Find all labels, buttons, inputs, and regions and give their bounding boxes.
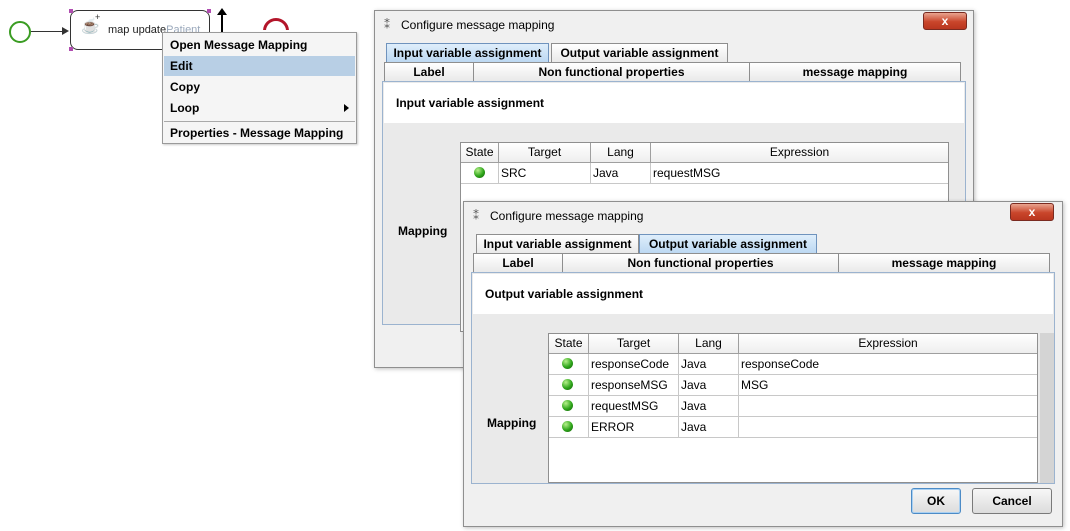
status-ok-icon [474,167,485,178]
close-button[interactable]: x [1010,203,1054,221]
mapping-label: Mapping [398,224,448,238]
tab-label[interactable]: Label [384,62,474,81]
target-cell: responseCode [589,354,679,375]
lang-cell: Java [591,163,651,184]
expression-cell [739,396,1037,417]
status-ok-icon [562,400,573,411]
submenu-arrow-icon [344,104,349,112]
tab-non-functional-properties[interactable]: Non functional properties [473,62,750,81]
task-label-text: map update [108,24,167,36]
lang-cell: Java [679,417,739,438]
expression-cell: requestMSG [651,163,948,184]
mapping-table: State Target Lang Expression responseCod… [548,333,1038,483]
app-icon: ⁑ [473,209,479,223]
column-header-expression[interactable]: Expression [651,143,948,163]
column-header-state[interactable]: State [549,334,589,354]
target-cell: SRC [499,163,591,184]
tab-output-variable-assignment[interactable]: Output variable assignment [551,43,728,62]
selection-handle[interactable] [69,9,73,13]
column-header-expression[interactable]: Expression [739,334,1037,354]
start-event[interactable] [9,21,31,43]
cancel-button[interactable]: Cancel [972,488,1052,514]
tab-input-variable-assignment[interactable]: Input variable assignment [476,234,639,253]
section-header: Output variable assignment [473,274,1053,314]
selection-handle[interactable] [69,47,73,51]
menu-item-copy[interactable]: Copy [164,77,355,97]
expression-cell: responseCode [739,354,1037,375]
dialog-title: Configure message mapping [401,18,555,32]
state-cell [549,396,589,417]
content-panel: Output variable assignment Mapping State… [471,272,1055,484]
state-cell [549,375,589,396]
vertical-scrollbar[interactable] [1040,333,1054,483]
context-menu: Open Message Mapping Edit Copy Loop Prop… [162,32,357,144]
menu-item-open-message-mapping[interactable]: Open Message Mapping [164,35,355,55]
tab-non-functional-properties[interactable]: Non functional properties [562,253,839,272]
section-title: Input variable assignment [396,96,545,110]
lang-cell: Java [679,375,739,396]
column-header-lang[interactable]: Lang [679,334,739,354]
connector-arrow-line [221,12,223,32]
connector-arrowhead-icon [217,8,227,15]
column-header-state[interactable]: State [461,143,499,163]
expression-cell: MSG [739,375,1037,396]
sequence-flow-arrowhead [62,27,69,35]
status-ok-icon [562,379,573,390]
mapping-label: Mapping [487,416,537,430]
add-icon: + [95,12,101,22]
tab-row-top: Input variable assignment Output variabl… [384,43,964,62]
target-cell: responseMSG [589,375,679,396]
tab-row-bottom: Label Non functional properties message … [384,62,964,81]
lang-cell: Java [679,354,739,375]
lang-cell: Java [679,396,739,417]
state-cell [549,417,589,438]
column-header-target[interactable]: Target [589,334,679,354]
column-header-lang[interactable]: Lang [591,143,651,163]
tab-row-bottom: Label Non functional properties message … [473,253,1053,272]
target-cell: requestMSG [589,396,679,417]
close-button[interactable]: x [923,12,967,30]
tab-input-variable-assignment[interactable]: Input variable assignment [386,43,549,62]
section-title: Output variable assignment [485,287,644,301]
status-ok-icon [562,421,573,432]
target-cell: ERROR [589,417,679,438]
expression-cell [739,417,1037,438]
tab-label[interactable]: Label [473,253,563,272]
menu-item-edit[interactable]: Edit [164,56,355,76]
section-header: Input variable assignment [384,83,964,123]
status-ok-icon [562,358,573,369]
menu-item-loop-label: Loop [170,101,200,115]
ok-button[interactable]: OK [911,488,961,514]
state-cell [461,163,499,184]
tab-message-mapping[interactable]: message mapping [749,62,961,81]
column-header-target[interactable]: Target [499,143,591,163]
menu-item-properties[interactable]: Properties - Message Mapping [164,123,355,143]
tab-output-variable-assignment[interactable]: Output variable assignment [639,234,817,253]
state-cell [549,354,589,375]
menu-item-loop[interactable]: Loop [164,98,355,118]
app-icon: ⁑ [384,18,390,32]
dialog-title: Configure message mapping [490,209,644,223]
tab-row-top: Input variable assignment Output variabl… [473,234,1053,253]
dialog-configure-message-mapping-output: ⁑ Configure message mapping x Input vari… [463,201,1063,527]
selection-handle[interactable] [207,9,211,13]
menu-separator [164,121,355,122]
tab-message-mapping[interactable]: message mapping [838,253,1050,272]
